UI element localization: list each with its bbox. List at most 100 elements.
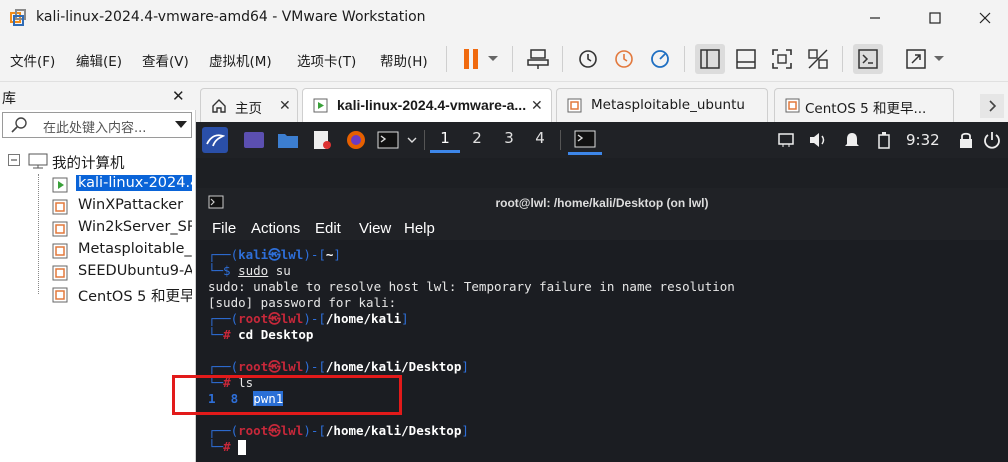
menu-edit[interactable]: 编辑(E) xyxy=(76,50,122,70)
firefox-button[interactable] xyxy=(344,128,368,152)
terminal-menu-view[interactable]: View xyxy=(359,220,391,237)
snapshot-manager-button[interactable] xyxy=(645,44,675,74)
workspace-4[interactable]: 4 xyxy=(525,129,555,153)
terminal-menu-help[interactable]: Help xyxy=(404,220,435,237)
panel-separator xyxy=(424,130,425,150)
vm-running-icon xyxy=(313,98,328,113)
tab-close-icon[interactable]: ✕ xyxy=(279,97,291,114)
annotation-highlight-box xyxy=(172,375,402,415)
prompt-dir: /home/kali/Desktop xyxy=(325,423,462,438)
volume-control[interactable] xyxy=(806,128,830,152)
search-dropdown-icon[interactable] xyxy=(175,121,187,128)
terminal-icon xyxy=(574,130,596,147)
tree-item-label: Metasploitable_ubuntu xyxy=(78,241,192,257)
tab-home[interactable]: 主页 ✕ xyxy=(200,88,298,122)
tab-label: 主页 xyxy=(235,101,262,117)
desktop-background xyxy=(196,158,1008,188)
collapse-icon[interactable] xyxy=(8,154,20,166)
vm-icon xyxy=(52,265,68,281)
snapshot-button[interactable] xyxy=(573,44,603,74)
firefox-icon xyxy=(347,131,365,149)
speedometer-icon xyxy=(651,50,669,68)
library-panel: 库 ✕ 在此处键入内容... 我的计算机 kali-linux-2024.4-v… xyxy=(0,82,196,462)
minimize-button[interactable] xyxy=(852,0,898,36)
taskbar-terminal-window[interactable] xyxy=(568,125,602,155)
window-title: kali-linux-2024.4-vmware-amd64 - VMware … xyxy=(36,9,426,25)
network-status-icon[interactable] xyxy=(774,128,798,152)
menu-help[interactable]: 帮助(H) xyxy=(380,50,428,70)
menu-file[interactable]: 文件(F) xyxy=(10,50,55,70)
menu-bar: 文件(F) 编辑(E) 查看(V) 虚拟机(M) 选项卡(T) 帮助(H) xyxy=(0,36,1008,82)
clock[interactable]: 9:32 xyxy=(906,131,940,149)
tab-centos[interactable]: CentOS 5 和更早... xyxy=(774,88,954,122)
tree-item-winxpattacker[interactable]: WinXPattacker xyxy=(52,196,192,218)
minimize-icon xyxy=(870,17,880,19)
menu-tabs[interactable]: 选项卡(T) xyxy=(297,50,356,70)
show-library-button[interactable] xyxy=(695,44,725,74)
maximize-icon xyxy=(929,12,941,24)
tree-item-metasploitable[interactable]: Metasploitable_ubuntu xyxy=(52,240,192,262)
tree-item-win2kserver[interactable]: Win2kServer_SP xyxy=(52,218,192,240)
revert-clock-icon xyxy=(615,50,633,68)
terminal-menu-file[interactable]: File xyxy=(212,220,236,237)
tree-item-label: Win2kServer_SP xyxy=(78,219,192,235)
terminal-titlebar: root@lwl: /home/kali/Desktop (on lwl) xyxy=(196,188,1008,218)
terminal-menu-actions[interactable]: Actions xyxy=(251,220,300,237)
unity-button[interactable] xyxy=(803,44,833,74)
chevron-right-icon xyxy=(989,100,997,112)
bell-icon xyxy=(845,133,859,146)
sidebar-layout-icon xyxy=(700,49,720,69)
logout-button[interactable] xyxy=(980,128,1004,152)
stretch-icon xyxy=(906,49,926,69)
terminal-output[interactable]: ┌──(kali㉿lwl)-[~] └─$ sudo su sudo: unab… xyxy=(196,240,1008,462)
show-desktop-button[interactable] xyxy=(242,128,266,152)
menu-vm[interactable]: 虚拟机(M) xyxy=(209,50,272,70)
desktop-icon xyxy=(244,132,264,148)
power-dropdown[interactable] xyxy=(482,44,504,74)
tab-scroll-button[interactable] xyxy=(980,94,1004,118)
workspace-3[interactable]: 3 xyxy=(494,129,524,153)
title-bar: kali-linux-2024.4-vmware-amd64 - VMware … xyxy=(0,0,1008,36)
thumbnail-bar-button[interactable] xyxy=(731,44,761,74)
notifications-button[interactable] xyxy=(840,128,864,152)
tab-metasploitable[interactable]: Metasploitable_ubuntu xyxy=(556,88,768,122)
battery-plug-icon xyxy=(878,132,890,149)
tab-kali[interactable]: kali-linux-2024.4-vmware-a... ✕ xyxy=(302,88,552,122)
close-button[interactable] xyxy=(962,0,1008,36)
terminal-launcher-button[interactable] xyxy=(376,128,400,152)
workspace-1[interactable]: 1 xyxy=(430,129,460,153)
console-view-button[interactable] xyxy=(853,44,883,74)
revert-snapshot-button[interactable] xyxy=(609,44,639,74)
stretch-dropdown[interactable] xyxy=(928,44,950,74)
command-line: └─$ sudo su xyxy=(208,263,291,278)
send-ctrl-alt-del-button[interactable] xyxy=(523,44,553,74)
lock-screen-button[interactable] xyxy=(954,128,978,152)
power-manager-button[interactable] xyxy=(872,128,896,152)
text-editor-button[interactable] xyxy=(310,128,334,152)
toolbar-separator xyxy=(446,46,447,72)
prompt-host: lwl xyxy=(280,359,304,374)
command-cd: cd Desktop xyxy=(238,327,314,342)
menu-view[interactable]: 查看(V) xyxy=(142,50,189,70)
file-manager-button[interactable] xyxy=(276,128,300,152)
tree-item-centos[interactable]: CentOS 5 和更早版本 xyxy=(52,284,192,306)
tab-label: CentOS 5 和更早... xyxy=(805,101,927,117)
full-screen-button[interactable] xyxy=(767,44,797,74)
launcher-dropdown[interactable] xyxy=(400,128,424,152)
workspace-2[interactable]: 2 xyxy=(462,129,492,153)
stretch-guest-button[interactable] xyxy=(901,44,931,74)
computer-icon xyxy=(28,153,48,169)
prompt-line: ┌──(root㉿lwl)-[/home/kali/Desktop] xyxy=(208,423,469,438)
toolbar-separator xyxy=(842,46,843,72)
terminal-menu-edit[interactable]: Edit xyxy=(315,220,341,237)
tab-close-icon[interactable]: ✕ xyxy=(531,97,543,114)
tree-item-kali[interactable]: kali-linux-2024.4-vmware-amd64 xyxy=(52,174,192,196)
tree-item-seedubuntu[interactable]: SEEDUbuntu9-A xyxy=(52,262,192,284)
toolbar-separator xyxy=(684,46,685,72)
terminal-menubar: File Actions Edit View Help xyxy=(196,218,1008,240)
maximize-button[interactable] xyxy=(912,0,958,36)
library-close-icon[interactable]: ✕ xyxy=(172,87,185,105)
library-search-input[interactable]: 在此处键入内容... xyxy=(2,112,192,138)
kali-menu-button[interactable] xyxy=(202,127,228,153)
panel-separator xyxy=(560,130,561,150)
